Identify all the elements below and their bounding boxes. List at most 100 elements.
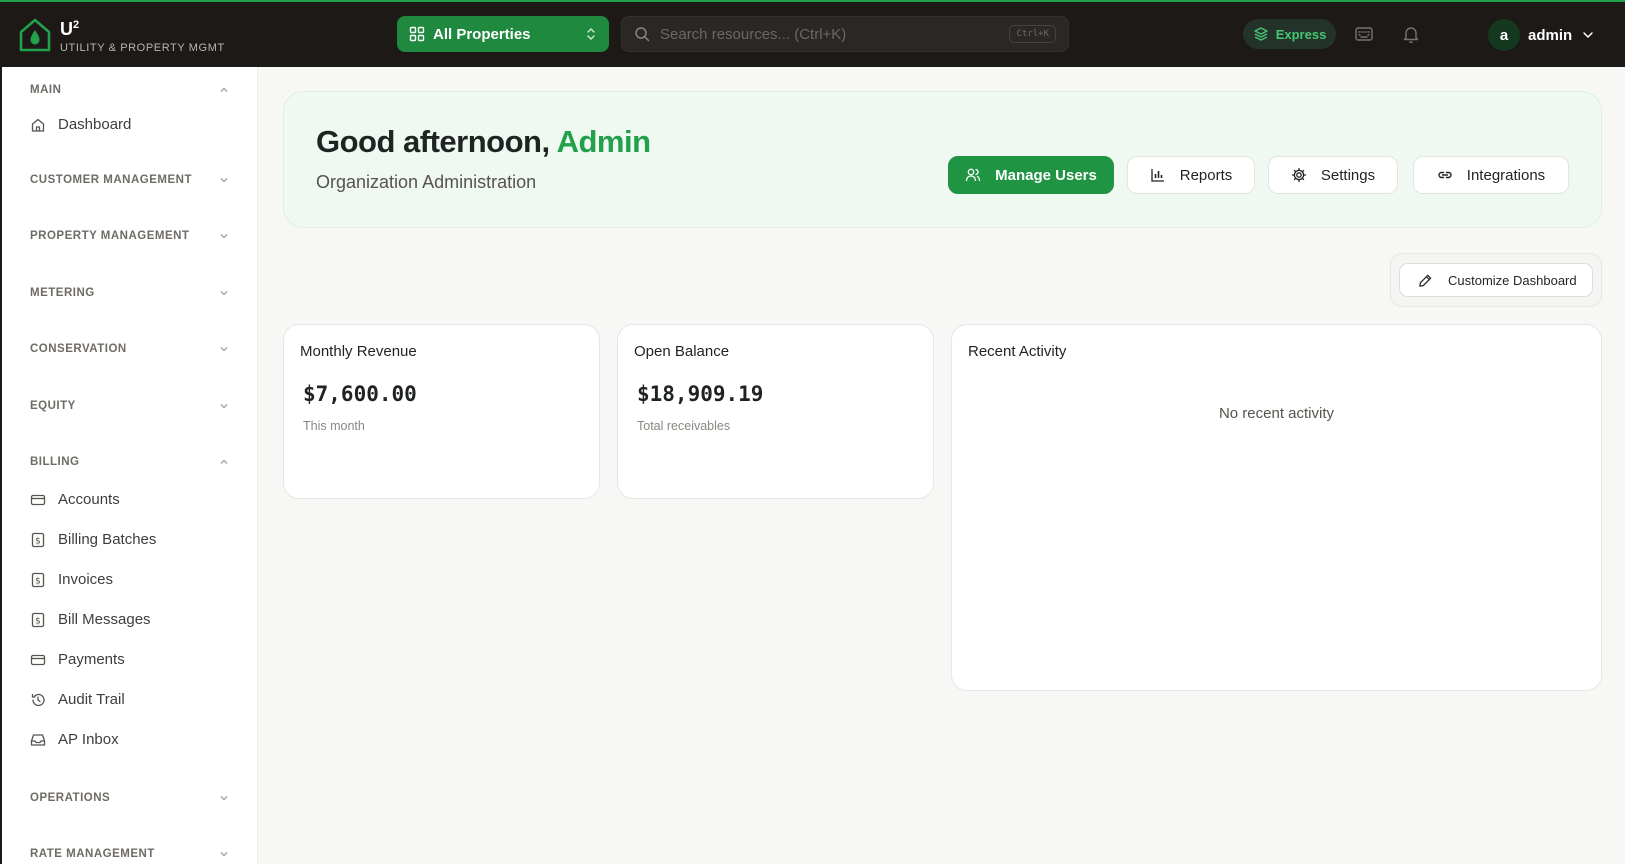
open-balance-card: Open Balance $18,909.19 Total receivable… (617, 324, 934, 499)
svg-text:$: $ (35, 536, 41, 546)
welcome-banner: Good afternoon, Admin Organization Admin… (283, 91, 1602, 228)
user-menu[interactable]: a admin (1488, 19, 1594, 51)
chevron-down-icon (220, 234, 228, 239)
card-value: $7,600.00 (303, 382, 417, 406)
dollar-file-icon: $ (31, 532, 45, 547)
sidebar: MAIN Dashboard CUSTOMER MANAGEMENT PROPE… (0, 67, 258, 864)
sidebar-item-label: Payments (58, 651, 125, 668)
property-selector[interactable]: All Properties (397, 16, 609, 52)
chevron-down-icon (220, 852, 228, 857)
home-icon (31, 118, 45, 132)
brand[interactable]: U2 Utility & Property Mgmt (18, 16, 225, 54)
sidebar-item-billing-batches[interactable]: $ Billing Batches (30, 531, 156, 548)
integrations-button[interactable]: Integrations (1413, 156, 1569, 194)
search-shortcut-badge: Ctrl+K (1009, 25, 1056, 43)
section-title: METERING (30, 287, 95, 299)
search-bar[interactable]: Ctrl+K (621, 16, 1069, 52)
sidebar-item-label: Billing Batches (58, 531, 157, 548)
gear-icon (1291, 167, 1307, 183)
pencil-icon (1419, 274, 1432, 287)
search-icon (635, 27, 650, 42)
keyboard-icon[interactable] (1354, 24, 1374, 44)
section-title: EQUITY (30, 400, 76, 412)
section-property-management[interactable]: PROPERTY MANAGEMENT (30, 230, 229, 242)
empty-state-text: No recent activity (1218, 405, 1335, 422)
card-value: $18,909.19 (637, 382, 764, 406)
sidebar-item-audit-trail[interactable]: Audit Trail (30, 691, 125, 708)
sidebar-item-invoices[interactable]: $ Invoices (30, 571, 113, 588)
section-metering[interactable]: METERING (30, 287, 229, 299)
sidebar-item-label: Invoices (58, 571, 114, 588)
customize-dashboard-label: Customize Dashboard (1448, 272, 1577, 288)
customize-dashboard-button[interactable]: Customize Dashboard (1399, 263, 1593, 297)
section-title: BILLING (30, 456, 80, 468)
section-operations[interactable]: OPERATIONS (30, 792, 229, 804)
express-button[interactable]: Express (1243, 19, 1336, 49)
sidebar-item-label: Dashboard (58, 116, 132, 133)
section-title: OPERATIONS (30, 792, 111, 804)
settings-label: Settings (1320, 166, 1376, 184)
manage-users-button[interactable]: Manage Users (948, 156, 1114, 194)
express-label: Express (1275, 26, 1327, 42)
sidebar-item-ap-inbox[interactable]: AP Inbox (30, 731, 119, 748)
brand-name: U2 (60, 19, 80, 39)
chevron-down-icon (220, 347, 228, 352)
search-input[interactable] (660, 25, 1010, 43)
chevron-down-icon (220, 404, 228, 409)
user-name: admin (1528, 26, 1573, 44)
section-equity[interactable]: EQUITY (30, 400, 229, 412)
chevron-down-icon (220, 178, 228, 183)
sidebar-item-label: AP Inbox (58, 731, 119, 748)
card-hint: Total receivables (637, 419, 731, 433)
history-icon (31, 693, 45, 706)
card-title: Monthly Revenue (300, 343, 417, 360)
top-bar: U2 Utility & Property Mgmt All Propertie… (0, 0, 1625, 67)
dollar-file-icon: $ (31, 572, 45, 587)
card-title: Recent Activity (968, 343, 1067, 360)
layers-icon (1254, 27, 1268, 41)
customize-toolbar: Customize Dashboard (1390, 253, 1602, 307)
recent-activity-card: Recent Activity No recent activity (951, 324, 1602, 691)
credit-card-icon (30, 494, 46, 505)
bell-icon[interactable] (1401, 24, 1421, 44)
brand-subtitle: Utility & Property Mgmt (60, 42, 225, 54)
avatar: a (1488, 19, 1520, 51)
section-title: RATE MANAGEMENT (30, 848, 155, 860)
settings-button[interactable]: Settings (1268, 156, 1398, 194)
integrations-label: Integrations (1466, 166, 1546, 184)
section-customer-management[interactable]: CUSTOMER MANAGEMENT (30, 174, 229, 186)
sidebar-item-label: Accounts (58, 491, 120, 508)
grid-icon (409, 26, 425, 42)
sidebar-item-dashboard[interactable]: Dashboard (30, 116, 131, 133)
section-title: PROPERTY MANAGEMENT (30, 230, 190, 242)
manage-users-label: Manage Users (995, 166, 1097, 184)
chevron-up-icon (220, 459, 228, 464)
card-title: Open Balance (634, 343, 730, 360)
inbox-icon (30, 733, 46, 746)
chevron-down-icon (220, 291, 228, 296)
reports-button[interactable]: Reports (1127, 156, 1255, 194)
bar-chart-icon (1151, 169, 1164, 182)
svg-text:$: $ (35, 576, 41, 586)
property-selector-label: All Properties (433, 25, 531, 43)
section-main[interactable]: MAIN (30, 84, 229, 96)
section-rate-management[interactable]: RATE MANAGEMENT (30, 848, 229, 860)
section-main-title: MAIN (30, 84, 62, 96)
chevron-up-down-icon (587, 28, 595, 40)
sidebar-item-bill-messages[interactable]: $ Bill Messages (30, 611, 151, 628)
chevron-up-icon (220, 87, 228, 92)
sidebar-item-payments[interactable]: Payments (30, 651, 125, 668)
dollar-file-icon: $ (31, 612, 45, 627)
sidebar-item-label: Audit Trail (58, 691, 125, 708)
greeting-subtitle: Organization Administration (316, 172, 537, 192)
logo-house-icon (19, 18, 51, 52)
section-title: CONSERVATION (30, 343, 127, 355)
section-billing[interactable]: BILLING (30, 456, 229, 468)
reports-label: Reports (1179, 166, 1233, 184)
sidebar-item-label: Bill Messages (58, 611, 151, 628)
sidebar-item-accounts[interactable]: Accounts (30, 491, 120, 508)
section-conservation[interactable]: CONSERVATION (30, 343, 229, 355)
chevron-down-icon (220, 796, 228, 801)
card-hint: This month (303, 419, 365, 433)
greeting-heading: Good afternoon, Admin (316, 124, 651, 159)
